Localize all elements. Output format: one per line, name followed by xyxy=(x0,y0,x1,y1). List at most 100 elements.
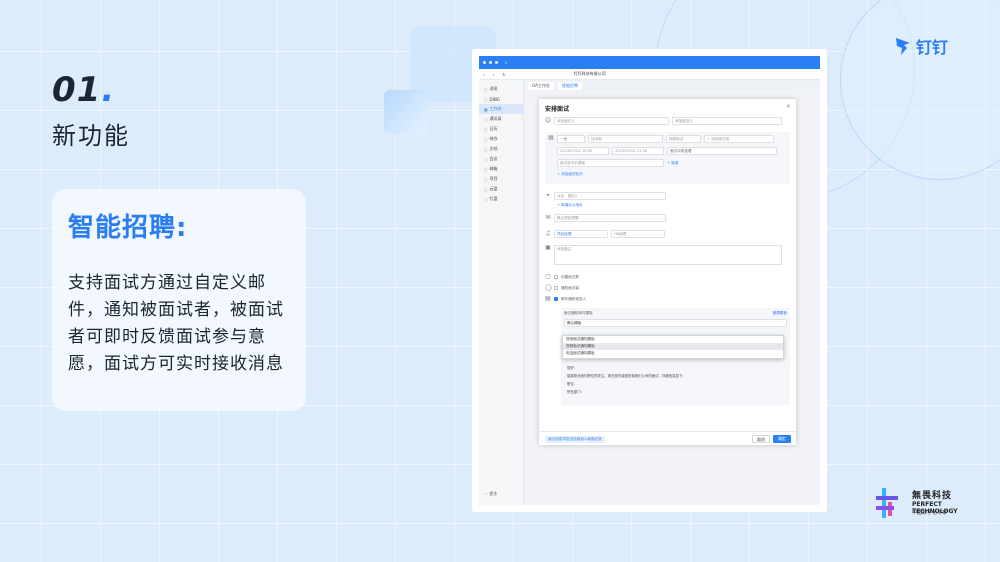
sidebar-more[interactable]: ⋯ 更多 xyxy=(484,491,497,497)
nav-bar: ‹ › ↻ 钉钉科技有限公司 xyxy=(479,69,820,80)
reminder-select[interactable]: 默认提前提醒 xyxy=(554,214,666,222)
contact-row: ♫ 项目经理 HR经理 xyxy=(545,230,790,238)
dingtalk-app-window: ⌕ ‹ › ↻ 钉钉科技有限公司 ◌ 消息 ◌ DING ▦ 工作台 ◌ 通讯录 ◌ 日历… xyxy=(479,56,820,505)
confirm-button[interactable]: 确定 xyxy=(773,435,791,443)
todo-icon: ◌ xyxy=(484,136,488,142)
window-close-dot[interactable] xyxy=(483,61,486,64)
mail-body-preview: 您好： 感谢您对我们职位的关注，现在我们诚邀您到我们公司的面试，详细信息如下： … xyxy=(567,366,686,394)
add-round-link[interactable]: + 新增 xyxy=(667,161,678,166)
sidebar: ◌ 消息 ◌ DING ▦ 工作台 ◌ 通讯录 ◌ 日历 ◌ 待办 ◌ 文档 ◌ 会议 ◌ 邮箱 … xyxy=(479,80,524,505)
conflict-check[interactable]: 面试冲突查看 xyxy=(667,147,777,155)
sidebar-item-contacts[interactable]: ◌ 通讯录 xyxy=(479,114,523,124)
meeting-icon: ◌ xyxy=(484,156,488,162)
option-mail-candidate[interactable]: ▤ 邮件通知候选人 xyxy=(545,296,790,302)
back-arrow-icon[interactable]: ‹ xyxy=(483,72,485,77)
location-pin-icon: ⌖ xyxy=(546,192,550,199)
remark-textarea[interactable]: 添加备注 xyxy=(554,245,782,265)
app-tabs: OA工作台 智能招聘 xyxy=(524,80,820,91)
end-time-input[interactable]: 2023/07/04 11:00 xyxy=(612,147,664,155)
screenshot-frame: ⌕ ‹ › ↻ 钉钉科技有限公司 ◌ 消息 ◌ DING ▦ 工作台 ◌ 通讯录 ◌ 日历… xyxy=(472,49,827,512)
mail-template-dropdown: 现场面试通知模板 视频面试通知模板 电话面试通知模板 xyxy=(562,335,784,359)
cancel-button[interactable]: 取消 xyxy=(752,435,770,443)
tab-smart-recruiting[interactable]: 智能招聘 xyxy=(557,81,582,90)
mail-icon: ▤ xyxy=(545,295,551,302)
contacts-icon: ◌ xyxy=(484,116,488,122)
add-round-more-link[interactable]: + 添加面试轮次 xyxy=(557,172,583,177)
sidebar-item-meeting[interactable]: ◌ 会议 xyxy=(479,154,523,164)
dialog-footer: 面试消息将发送给候选人和面试官 取消 确定 xyxy=(539,431,796,445)
person-icon: ☺ xyxy=(545,117,552,124)
bell-icon: ♫ xyxy=(545,230,551,237)
reminder-row: ✉ 默认提前提醒 xyxy=(545,214,790,222)
drive-icon: ◌ xyxy=(484,196,488,202)
close-icon[interactable]: × xyxy=(786,103,791,110)
slide-subtitle: 新功能 xyxy=(52,122,130,150)
interviewer-input[interactable]: 添加面试人 xyxy=(554,117,669,125)
perfect-tech-mark-icon xyxy=(876,488,898,518)
sidebar-item-cloud[interactable]: ◌ 云盘 xyxy=(479,184,523,194)
calendar-icon: ◌ xyxy=(484,126,488,132)
dropdown-option[interactable]: 现场面试通知模板 xyxy=(563,336,783,343)
sidebar-item-ding[interactable]: ◌ DING xyxy=(479,94,523,104)
sidebar-item-docs[interactable]: ◌ 文档 xyxy=(479,144,523,154)
remark-row: ▣ 添加备注 xyxy=(545,245,790,265)
contact-role-select[interactable]: HR经理 xyxy=(611,230,665,238)
chat-bubble-icon: ◯ xyxy=(545,284,552,291)
sidebar-item-workbench[interactable]: ▦ 工作台 xyxy=(479,104,523,114)
option-create-group[interactable]: ▢ 创建面试群 xyxy=(545,274,790,280)
add-address-link[interactable]: + 新增办公地址 xyxy=(557,203,583,208)
evaluation-template-select[interactable]: 面试官评价模板 xyxy=(557,159,664,167)
dingtalk-wordmark: 钉钉 xyxy=(916,38,949,57)
window-minimize-dot[interactable] xyxy=(489,61,492,64)
grid-icon: ▦ xyxy=(484,106,488,112)
feature-description: 支持面试方通过自定义邮件，通知被面试者，被面试者可即时反馈面试参与意愿，面试方可… xyxy=(68,273,284,374)
dingtalk-logo: 钉钉 xyxy=(894,34,948,58)
project-icon: ◌ xyxy=(484,176,488,182)
refresh-icon[interactable]: ↻ xyxy=(502,72,505,77)
mail-template-select[interactable]: 默认模板 xyxy=(564,319,787,327)
schedule-interview-dialog: 安排面试 × ☺ 添加面试人 添加候选人 ▤ 一面 技术面 视频面试 + 添加面… xyxy=(539,99,796,445)
location-row: ⌖ 北京 - 园区2 xyxy=(545,192,790,200)
candidate-input[interactable]: 添加候选人 xyxy=(672,117,782,125)
org-title: 钉钉科技有限公司 xyxy=(573,71,606,76)
ding-icon: ◌ xyxy=(484,96,488,102)
mail-icon: ✉ xyxy=(545,214,551,221)
people-row: ☺ 添加面试人 添加候选人 xyxy=(545,117,790,125)
sidebar-item-messages[interactable]: ◌ 消息 xyxy=(479,84,523,94)
sidebar-item-drive[interactable]: ◌ 钉盘 xyxy=(479,194,523,204)
notify-interviewer-checkbox[interactable] xyxy=(554,286,558,290)
round-select[interactable]: 一面 xyxy=(557,135,585,143)
sidebar-item-todo[interactable]: ◌ 待办 xyxy=(479,134,523,144)
company-slogan: 中国数字化专家 xyxy=(912,510,948,516)
sidebar-item-calendar[interactable]: ◌ 日历 xyxy=(479,124,523,134)
feature-title: 智能招聘: xyxy=(68,213,188,243)
group-icon: ▢ xyxy=(545,273,551,280)
option-notify-interviewer[interactable]: ◯ 通知面试者 xyxy=(545,285,790,291)
cloud-icon: ◌ xyxy=(484,186,488,192)
create-group-checkbox[interactable] xyxy=(554,275,558,279)
forward-arrow-icon[interactable]: › xyxy=(493,72,495,77)
window-maximize-dot[interactable] xyxy=(495,61,498,64)
sidebar-item-mail[interactable]: ◌ 邮箱 xyxy=(479,164,523,174)
mail-candidate-checkbox[interactable] xyxy=(554,297,558,301)
sidebar-item-projects[interactable]: ◌ 项目 xyxy=(479,174,523,184)
dingtalk-wing-icon xyxy=(896,38,910,55)
add-interviewer-input[interactable]: + 添加面试官 xyxy=(704,135,774,143)
round-type-select[interactable]: 技术面 xyxy=(588,135,663,143)
doc-icon: ◌ xyxy=(484,146,488,152)
dropdown-option[interactable]: 电话面试通知模板 xyxy=(563,350,783,357)
interview-type-select[interactable]: 视频面试 xyxy=(666,135,701,143)
start-time-input[interactable]: 2023/07/04 10:00 xyxy=(557,147,609,155)
dropdown-option-selected[interactable]: 视频面试通知模板 xyxy=(563,343,783,350)
search-icon[interactable]: ⌕ xyxy=(505,60,507,65)
calendar-icon: ▤ xyxy=(548,134,554,141)
chat-icon: ◌ xyxy=(484,86,488,92)
contact-tag[interactable]: 项目经理 xyxy=(554,230,608,238)
note-icon: ▣ xyxy=(545,244,551,251)
mail-template-label: 面试通知邮件模板 xyxy=(564,311,593,315)
manage-template-link[interactable]: 管理模板 xyxy=(773,311,787,316)
location-select[interactable]: 北京 - 园区2 xyxy=(554,192,666,200)
footer-hint: 面试消息将发送给候选人和面试官 xyxy=(545,436,605,443)
tab-oa-workbench[interactable]: OA工作台 xyxy=(528,81,554,90)
slide-canvas: 01. 新功能 智能招聘: 支持面试方通过自定义邮件，通知被面试者，被面试者可即… xyxy=(0,0,1000,562)
